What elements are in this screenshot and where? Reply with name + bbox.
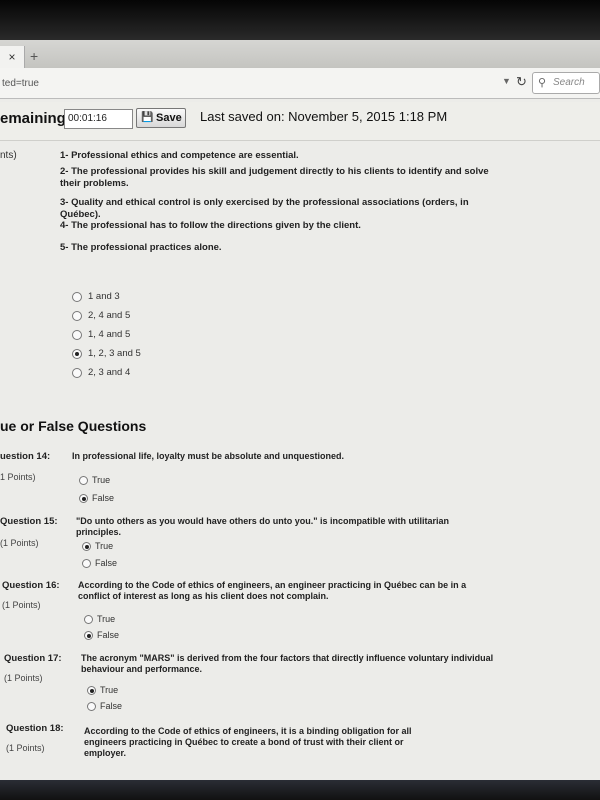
question-label: Question 18: (6, 723, 64, 734)
question-text: The acronym "MARS" is derived from the f… (81, 653, 494, 674)
browser-screen: × + ted=true ▼ ↻ ⚲ Search emaining: 00:0… (0, 40, 600, 780)
option-label: False (92, 493, 115, 503)
question-text: According to the Code of ethics of engin… (78, 580, 467, 601)
option-label: False (100, 701, 123, 711)
time-remaining-label: emaining: (0, 110, 71, 127)
radio-button-selected[interactable] (79, 494, 88, 503)
radio-button[interactable] (72, 330, 82, 340)
option-label: True (95, 541, 114, 551)
radio-button[interactable] (72, 368, 82, 378)
question-points: nts) (0, 150, 17, 161)
monitor-bezel-top (0, 0, 600, 40)
question-text: In professional life, loyalty must be ab… (72, 451, 345, 461)
reload-icon[interactable]: ↻ (516, 74, 527, 90)
save-label: Save (156, 112, 182, 124)
disk-icon: 💾 (141, 112, 154, 123)
statement: 1- Professional ethics and competence ar… (60, 150, 299, 161)
radio-button-selected[interactable] (84, 631, 93, 640)
dropdown-arrow-icon[interactable]: ▼ (502, 76, 511, 86)
section-title: ue or False Questions (0, 418, 147, 434)
radio-button-selected[interactable] (72, 349, 82, 359)
question-label: Question 15: (0, 516, 58, 527)
tab-bar: × + (0, 40, 600, 68)
option-label: 1, 2, 3 and 5 (88, 348, 141, 359)
new-tab-icon[interactable]: + (30, 48, 38, 64)
radio-button-selected[interactable] (87, 686, 96, 695)
tab-close-icon[interactable]: × (0, 46, 25, 68)
option-label: 2, 4 and 5 (88, 310, 131, 321)
question-points: (1 Points) (4, 673, 43, 683)
statement: 3- Quality and ethical control is only e… (60, 197, 469, 220)
question-label: Question 17: (4, 653, 62, 664)
statement: 4- The professional has to follow the di… (60, 220, 361, 231)
radio-button[interactable] (72, 311, 82, 321)
option-label: True (97, 614, 116, 624)
address-bar[interactable]: ted=true (2, 78, 39, 89)
question-points: (1 Points) (0, 538, 39, 548)
save-button[interactable]: 💾 Save (136, 108, 186, 128)
search-placeholder: Search (553, 77, 585, 88)
question-text: "Do unto others as you would have others… (76, 516, 450, 537)
option-label: False (97, 630, 120, 640)
option-label: 2, 3 and 4 (88, 367, 131, 378)
radio-button[interactable] (72, 292, 82, 302)
radio-button[interactable] (84, 615, 93, 624)
question-label: Question 16: (2, 580, 60, 591)
radio-button[interactable] (79, 476, 88, 485)
radio-button[interactable] (82, 559, 91, 568)
question-points: 1 Points) (0, 472, 36, 482)
monitor-bezel-bottom (0, 780, 600, 800)
statement: 5- The professional practices alone. (60, 242, 222, 253)
option-label: 1, 4 and 5 (88, 329, 131, 340)
radio-button[interactable] (87, 702, 96, 711)
question-label: uestion 14: (0, 451, 51, 462)
option-label: 1 and 3 (88, 291, 120, 302)
question-points: (1 Points) (2, 600, 41, 610)
statement: 2- The professional provides his skill a… (60, 166, 489, 189)
timer-field: 00:01:16 (64, 109, 133, 129)
option-label: True (100, 685, 119, 695)
search-box[interactable]: ⚲ Search (532, 72, 600, 94)
option-label: False (95, 558, 118, 568)
last-saved-text: Last saved on: November 5, 2015 1:18 PM (200, 109, 448, 124)
navigation-bar: ted=true ▼ ↻ ⚲ Search (0, 68, 600, 99)
question-text: According to the Code of ethics of engin… (84, 726, 412, 758)
quiz-toolbar: emaining: 00:01:16 💾 Save Last saved on:… (0, 102, 600, 141)
search-icon: ⚲ (538, 77, 547, 89)
question-points: (1 Points) (6, 743, 45, 753)
option-label: True (92, 475, 111, 485)
radio-button-selected[interactable] (82, 542, 91, 551)
